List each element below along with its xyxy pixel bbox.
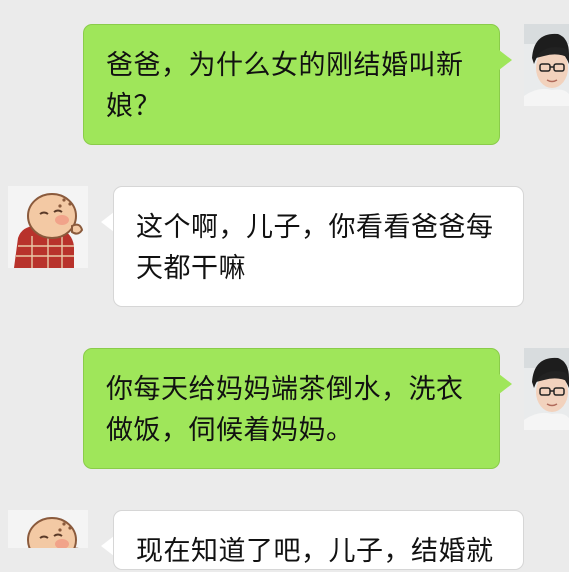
chat-bubble-outgoing[interactable]: 爸爸，为什么女的刚结婚叫新娘？	[83, 24, 500, 145]
message-text: 这个啊，儿子，你看看爸爸每天都干嘛	[136, 212, 494, 284]
bubble-tail	[499, 50, 512, 70]
cartoon-monk-avatar-icon[interactable]	[8, 186, 88, 268]
bubble-tail	[499, 374, 512, 394]
boy-photo-avatar-icon[interactable]	[524, 24, 569, 106]
boy-photo-avatar-icon[interactable]	[524, 348, 569, 430]
message-text: 现在知道了吧，儿子，结婚就	[136, 536, 494, 567]
chat-bubble-incoming[interactable]: 这个啊，儿子，你看看爸爸每天都干嘛	[113, 186, 524, 307]
message-text: 爸爸，为什么女的刚结婚叫新娘？	[106, 50, 464, 122]
chat-bubble-incoming[interactable]: 现在知道了吧，儿子，结婚就	[113, 510, 524, 570]
message-text: 你每天给妈妈端茶倒水，洗衣做饭，伺候着妈妈。	[106, 374, 464, 446]
chat-thread: 爸爸，为什么女的刚结婚叫新娘？ 这个啊，儿子，你看看爸爸每天都干嘛 你每天给妈妈…	[0, 0, 569, 570]
chat-bubble-outgoing[interactable]: 你每天给妈妈端茶倒水，洗衣做饭，伺候着妈妈。	[83, 348, 500, 469]
cartoon-monk-avatar-icon[interactable]	[8, 510, 88, 548]
